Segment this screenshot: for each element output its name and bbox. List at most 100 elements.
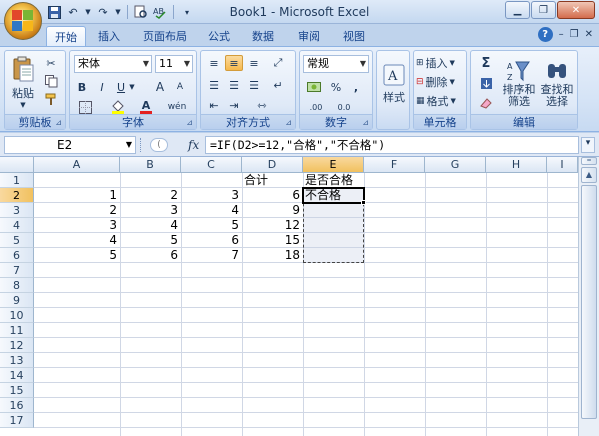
grow-font-button[interactable]: A: [152, 79, 168, 95]
column-header-d[interactable]: D: [242, 157, 303, 173]
split-box-handle[interactable]: ═: [581, 157, 597, 165]
cell-d4[interactable]: 12: [242, 218, 303, 233]
font-launcher-icon[interactable]: ⊿: [186, 118, 193, 127]
name-box[interactable]: E2 ▼: [4, 136, 136, 154]
cell-d5[interactable]: 15: [242, 233, 303, 248]
align-bottom-icon[interactable]: ≡: [245, 55, 263, 71]
ribbon-minimize-icon[interactable]: –: [559, 29, 564, 40]
align-middle-icon[interactable]: ≡: [225, 55, 243, 71]
cell-b3[interactable]: 3: [120, 203, 181, 218]
cell-c3[interactable]: 4: [181, 203, 242, 218]
insert-cells-button[interactable]: ⊞ 插入 ▼: [416, 55, 466, 71]
decrease-decimal-button[interactable]: 0.0: [332, 99, 356, 115]
row-header-7[interactable]: 7: [0, 263, 34, 278]
column-header-f[interactable]: F: [364, 157, 425, 173]
copy-icon[interactable]: [41, 73, 61, 89]
cancel-zoom-icon[interactable]: (: [150, 138, 168, 152]
cell-b4[interactable]: 4: [120, 218, 181, 233]
column-header-e[interactable]: E: [303, 157, 364, 173]
expand-formula-bar-icon[interactable]: ▾: [581, 137, 595, 153]
number-launcher-icon[interactable]: ⊿: [362, 118, 369, 127]
phonetic-button[interactable]: wén: [164, 99, 190, 115]
bold-button[interactable]: B: [75, 79, 89, 95]
find-select-button[interactable]: 查找和 选择: [539, 55, 575, 113]
align-top-icon[interactable]: ≡: [205, 55, 223, 71]
wrap-text-icon[interactable]: ↵: [267, 77, 289, 93]
font-color-button[interactable]: A: [136, 99, 156, 115]
cell-b2[interactable]: 2: [120, 188, 181, 203]
cell-a2[interactable]: 1: [34, 188, 120, 203]
align-center-icon[interactable]: ☰: [225, 77, 243, 93]
row-header-6[interactable]: 6: [0, 248, 34, 263]
clipboard-launcher-icon[interactable]: ⊿: [55, 118, 62, 127]
underline-button[interactable]: U: [114, 79, 128, 95]
formula-input[interactable]: =IF(D2>=12,"合格","不合格"): [205, 136, 579, 154]
cell-d2[interactable]: 6: [242, 188, 303, 203]
row-header-5[interactable]: 5: [0, 233, 34, 248]
sort-filter-button[interactable]: AZ 排序和 筛选: [501, 55, 537, 113]
font-size-combo[interactable]: 11 ▼: [155, 55, 193, 73]
font-name-combo[interactable]: 宋体 ▼: [74, 55, 152, 73]
worksheet-grid[interactable]: A B C D E F G H I 1 2 3 4 5 6 7 8 9 10 1…: [0, 157, 599, 436]
column-header-c[interactable]: C: [181, 157, 242, 173]
row-header-10[interactable]: 10: [0, 308, 34, 323]
align-right-icon[interactable]: ☰: [245, 77, 263, 93]
cell-b5[interactable]: 5: [120, 233, 181, 248]
row-header-9[interactable]: 9: [0, 293, 34, 308]
row-header-16[interactable]: 16: [0, 398, 34, 413]
cell-c4[interactable]: 5: [181, 218, 242, 233]
tab-data[interactable]: 数据: [245, 26, 281, 46]
currency-icon[interactable]: [303, 79, 325, 95]
column-header-h[interactable]: H: [486, 157, 547, 173]
shrink-font-button[interactable]: A: [172, 79, 188, 95]
select-all-corner[interactable]: [0, 157, 34, 173]
tab-formulas[interactable]: 公式: [201, 26, 237, 46]
cell-a3[interactable]: 2: [34, 203, 120, 218]
office-button[interactable]: [4, 2, 42, 40]
cut-icon[interactable]: ✂: [41, 55, 61, 71]
tab-review[interactable]: 审阅: [291, 26, 327, 46]
row-header-13[interactable]: 13: [0, 353, 34, 368]
format-painter-icon[interactable]: [41, 91, 61, 107]
tab-page-layout[interactable]: 页面布局: [136, 26, 194, 46]
minimize-button[interactable]: ▁: [505, 1, 530, 19]
scroll-thumb[interactable]: [581, 185, 597, 419]
autosum-button[interactable]: Σ: [474, 55, 498, 71]
tab-insert[interactable]: 插入: [90, 26, 128, 46]
cell-a5[interactable]: 4: [34, 233, 120, 248]
align-left-icon[interactable]: ☰: [205, 77, 223, 93]
column-header-b[interactable]: B: [120, 157, 181, 173]
increase-decimal-button[interactable]: .00: [304, 99, 328, 115]
cell-c2[interactable]: 3: [181, 188, 242, 203]
cell-d3[interactable]: 9: [242, 203, 303, 218]
column-header-a[interactable]: A: [34, 157, 120, 173]
ribbon-restore-icon[interactable]: ❐: [570, 29, 579, 40]
splitter-handle[interactable]: [140, 138, 142, 152]
row-header-17[interactable]: 17: [0, 413, 34, 428]
row-header-15[interactable]: 15: [0, 383, 34, 398]
cell-a6[interactable]: 5: [34, 248, 120, 263]
clear-icon[interactable]: [474, 95, 498, 111]
decrease-indent-icon[interactable]: ⇤: [205, 97, 223, 113]
help-icon[interactable]: ?: [537, 27, 553, 42]
orientation-icon[interactable]: ⤢: [267, 55, 289, 71]
ribbon-close-icon[interactable]: ✕: [585, 29, 593, 40]
row-header-12[interactable]: 12: [0, 338, 34, 353]
fill-icon[interactable]: [474, 75, 498, 91]
row-header-8[interactable]: 8: [0, 278, 34, 293]
row-header-11[interactable]: 11: [0, 323, 34, 338]
row-header-3[interactable]: 3: [0, 203, 34, 218]
row-header-1[interactable]: 1: [0, 173, 34, 188]
cell-e2[interactable]: 不合格: [305, 188, 364, 203]
column-header-i[interactable]: I: [547, 157, 578, 173]
row-header-2[interactable]: 2: [0, 188, 34, 203]
column-header-g[interactable]: G: [425, 157, 486, 173]
cell-b6[interactable]: 6: [120, 248, 181, 263]
fill-color-icon[interactable]: [108, 99, 128, 115]
cell-c5[interactable]: 6: [181, 233, 242, 248]
percent-button[interactable]: %: [328, 79, 344, 95]
close-button[interactable]: ✕: [557, 1, 595, 19]
restore-button[interactable]: ❐: [531, 1, 556, 19]
delete-cells-button[interactable]: ⊟ 删除 ▼: [416, 74, 466, 90]
comma-button[interactable]: ,: [348, 79, 364, 95]
